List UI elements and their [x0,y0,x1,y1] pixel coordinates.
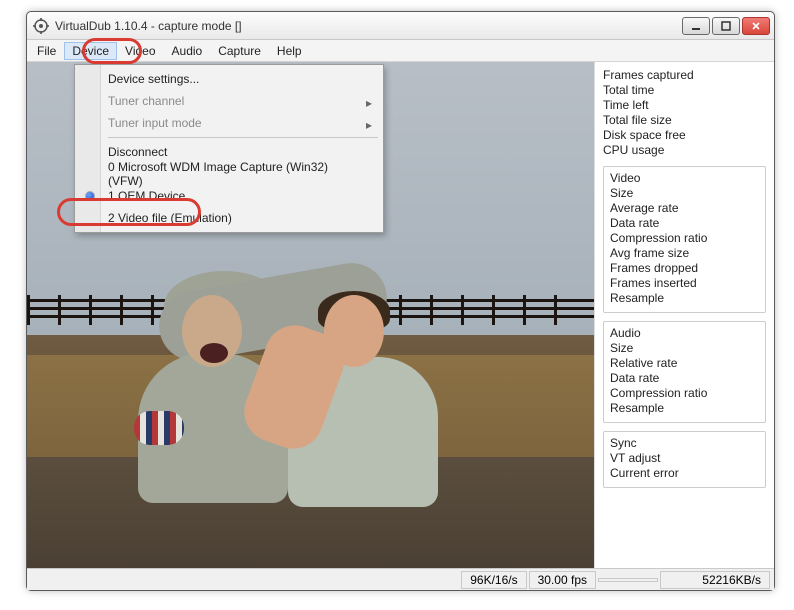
stat-time-left: Time left [603,98,766,113]
stat-frames-captured: Frames captured [603,68,766,83]
menu-help[interactable]: Help [269,42,310,60]
close-button[interactable] [742,17,770,35]
menu-capture[interactable]: Capture [210,42,269,60]
menu-device-settings[interactable]: Device settings... [78,68,380,90]
stat-cpu-usage: CPU usage [603,143,766,158]
menu-tuner-channel-label: Tuner channel [108,94,184,108]
stat-total-time: Total time [603,83,766,98]
minimize-button[interactable] [682,17,710,35]
stat-audio-size: Size [610,341,759,356]
stats-sync-group: Sync VT adjust Current error [603,431,766,488]
app-icon [33,18,49,34]
menu-device[interactable]: Device [64,42,117,60]
stat-vt-adjust: VT adjust [610,451,759,466]
submenu-arrow-icon: ▸ [366,96,372,110]
stats-video-group: Video Size Average rate Data rate Compre… [603,166,766,313]
stat-frames-inserted: Frames inserted [610,276,759,291]
figure-right [276,257,466,517]
stat-total-file-size: Total file size [603,113,766,128]
status-empty [598,578,658,582]
app-window: VirtualDub 1.10.4 - capture mode [] File… [26,11,775,591]
stat-audio-compression: Compression ratio [610,386,759,401]
stat-video-size: Size [610,186,759,201]
menubar: File Device Video Audio Capture Help [27,40,774,62]
stats-panel: Frames captured Total time Time left Tot… [594,62,774,568]
stats-video-heading: Video [610,171,759,186]
window-title: VirtualDub 1.10.4 - capture mode [] [55,19,682,33]
stats-audio-group: Audio Size Relative rate Data rate Compr… [603,321,766,423]
stat-video-data-rate: Data rate [610,216,759,231]
menu-device-2[interactable]: 2 Video file (Emulation) [78,207,380,229]
window-controls [682,17,770,35]
menu-device-1-label: 1 OEM Device [108,189,185,203]
menu-tuner-channel: Tuner channel ▸ [78,90,380,112]
menu-disconnect-label: Disconnect [108,145,167,159]
stat-avg-frame-size: Avg frame size [610,246,759,261]
stat-current-error: Current error [610,466,759,481]
menu-tuner-input: Tuner input mode ▸ [78,112,380,134]
menu-device-settings-label: Device settings... [108,72,199,86]
status-throughput: 52216KB/s [660,571,770,589]
stats-audio-heading: Audio [610,326,759,341]
menu-device-2-label: 2 Video file (Emulation) [108,211,232,225]
stat-video-resample: Resample [610,291,759,306]
titlebar[interactable]: VirtualDub 1.10.4 - capture mode [] [27,12,774,40]
status-bar: 96K/16/s 30.00 fps 52216KB/s [27,568,774,590]
menu-tuner-input-label: Tuner input mode [108,116,202,130]
menu-device-1[interactable]: 1 OEM Device [78,185,380,207]
menu-device-0[interactable]: 0 Microsoft WDM Image Capture (Win32) (V… [78,163,380,185]
stat-video-compression: Compression ratio [610,231,759,246]
stats-general: Frames captured Total time Time left Tot… [603,68,766,158]
menu-file[interactable]: File [29,42,64,60]
menu-separator [108,137,378,138]
status-rate: 96K/16/s [461,571,526,589]
stat-audio-resample: Resample [610,401,759,416]
stat-frames-dropped: Frames dropped [610,261,759,276]
device-menu-dropdown: Device settings... Tuner channel ▸ Tuner … [74,64,384,233]
stat-disk-free: Disk space free [603,128,766,143]
stat-audio-data-rate: Data rate [610,371,759,386]
menu-video[interactable]: Video [117,42,163,60]
menu-device-0-label: 0 Microsoft WDM Image Capture (Win32) (V… [108,160,360,188]
maximize-button[interactable] [712,17,740,35]
stat-avg-rate: Average rate [610,201,759,216]
radio-selected-icon [86,192,94,200]
status-fps: 30.00 fps [529,571,596,589]
submenu-arrow-icon: ▸ [366,118,372,132]
stats-sync-heading: Sync [610,436,759,451]
menu-audio[interactable]: Audio [164,42,211,60]
stat-rel-rate: Relative rate [610,356,759,371]
